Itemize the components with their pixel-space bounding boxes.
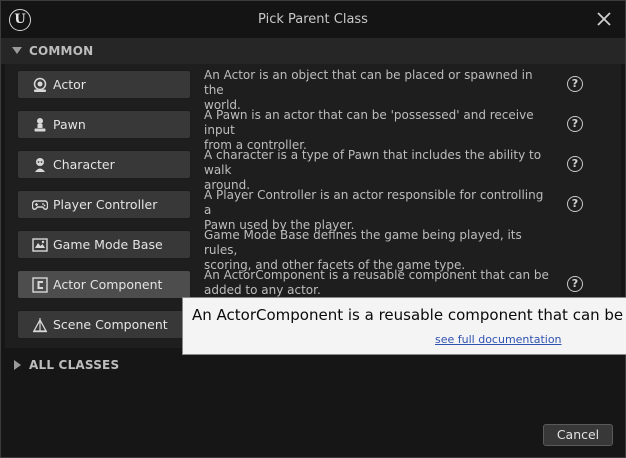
chevron-right-icon (14, 360, 21, 370)
title-bar: U Pick Parent Class (1, 1, 625, 38)
class-row-pawn: Pawn A Pawn is an actor that can be 'pos… (1, 108, 625, 152)
actor-description-line1: An Actor is an object that can be placed… (204, 68, 533, 97)
character-button[interactable]: Character (17, 150, 191, 179)
character-button-label: Character (53, 157, 115, 172)
player-controller-description: A Player Controller is an actor responsi… (204, 188, 554, 233)
player-controller-button[interactable]: Player Controller (17, 190, 191, 219)
chevron-down-icon (12, 47, 22, 54)
section-header-common[interactable]: COMMON (1, 38, 625, 64)
game-mode-base-description: Game Mode Base defines the game being pl… (204, 228, 554, 273)
pick-parent-class-dialog: U Pick Parent Class COMMON Actor An Acto… (0, 0, 626, 458)
player-controller-help-icon[interactable]: ? (567, 196, 583, 212)
section-header-all-classes[interactable]: ALL CLASSES (1, 352, 625, 378)
tooltip-text: An ActorComponent is a reusable componen… (192, 306, 626, 324)
character-description-line1: A character is a type of Pawn that inclu… (204, 148, 542, 177)
pawn-button-label: Pawn (53, 117, 86, 132)
scene-component-icon (32, 318, 48, 333)
pawn-description: A Pawn is an actor that can be 'possesse… (204, 108, 554, 153)
scene-component-button[interactable]: Scene Component (17, 310, 191, 339)
pawn-description-line1: A Pawn is an actor that can be 'possesse… (204, 108, 534, 137)
actor-icon (33, 77, 47, 92)
class-row-actor: Actor An Actor is an object that can be … (1, 68, 625, 112)
actor-component-description-line2: added to any actor. (204, 283, 321, 297)
class-row-game-mode-base: Game Mode Base Game Mode Base defines th… (1, 228, 625, 272)
actor-component-icon (32, 277, 48, 293)
dialog-title: Pick Parent Class (258, 12, 368, 27)
game-mode-base-description-line1: Game Mode Base defines the game being pl… (204, 228, 522, 257)
actor-component-button[interactable]: Actor Component (17, 270, 191, 299)
class-row-character: Character A character is a type of Pawn … (1, 148, 625, 192)
actor-button[interactable]: Actor (17, 70, 191, 99)
actor-description: An Actor is an object that can be placed… (204, 68, 554, 113)
gamepad-icon (32, 200, 48, 210)
game-mode-base-button-label: Game Mode Base (53, 237, 163, 252)
cancel-button[interactable]: Cancel (543, 424, 613, 446)
class-row-player-controller: Player Controller A Player Controller is… (1, 188, 625, 232)
player-controller-button-label: Player Controller (53, 197, 158, 212)
actor-button-label: Actor (53, 77, 86, 92)
actor-component-help-icon[interactable]: ? (567, 276, 583, 292)
character-description: A character is a type of Pawn that inclu… (204, 148, 554, 193)
scene-component-button-label: Scene Component (53, 317, 168, 332)
player-controller-description-line1: A Player Controller is an actor responsi… (204, 188, 544, 217)
actor-component-description-line1: An ActorComponent is a reusable componen… (204, 268, 549, 282)
section-label-all-classes: ALL CLASSES (29, 358, 120, 372)
actor-component-button-label: Actor Component (53, 277, 163, 292)
pawn-button[interactable]: Pawn (17, 110, 191, 139)
actor-component-description: An ActorComponent is a reusable componen… (204, 268, 554, 298)
character-icon (35, 158, 45, 172)
game-mode-icon (32, 238, 48, 252)
close-icon[interactable] (595, 10, 613, 28)
pawn-icon (34, 118, 46, 132)
see-full-documentation-link[interactable]: see full documentation (435, 333, 562, 346)
tooltip: An ActorComponent is a reusable componen… (182, 297, 626, 355)
section-label-common: COMMON (29, 44, 94, 58)
game-mode-base-button[interactable]: Game Mode Base (17, 230, 191, 259)
actor-help-icon[interactable]: ? (567, 76, 583, 92)
pawn-help-icon[interactable]: ? (567, 116, 583, 132)
character-help-icon[interactable]: ? (567, 156, 583, 172)
